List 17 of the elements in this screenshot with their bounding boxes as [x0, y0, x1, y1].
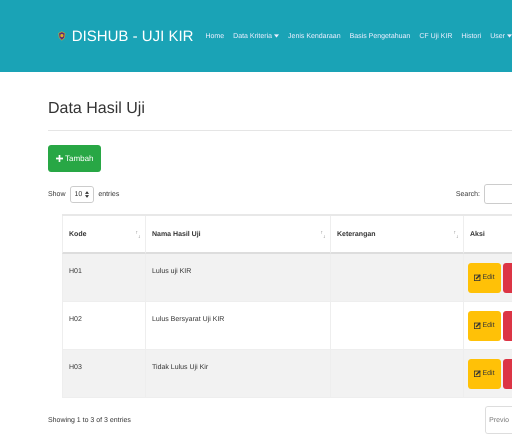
- caret-down-icon: [274, 34, 280, 38]
- sort-arrows-icon[interactable]: [321, 230, 325, 238]
- caret-down-icon: [507, 34, 512, 38]
- sort-arrows-icon[interactable]: [136, 230, 140, 238]
- sort-arrows-icon[interactable]: [454, 230, 458, 238]
- plus-icon: [56, 155, 63, 162]
- partial-button[interactable]: [503, 310, 512, 340]
- page-title: Data Hasil Uji: [48, 100, 146, 118]
- partial-button[interactable]: [503, 358, 512, 388]
- edit-icon: [474, 274, 482, 281]
- brand-title[interactable]: DISHUB - UJI KIR: [72, 28, 194, 44]
- edit-icon: [474, 322, 482, 329]
- add-button[interactable]: Tambah: [48, 145, 102, 172]
- up-down-arrows-icon: [85, 190, 90, 198]
- search-field[interactable]: [484, 184, 512, 204]
- edit-icon: [474, 370, 482, 377]
- partial-button[interactable]: [503, 262, 512, 292]
